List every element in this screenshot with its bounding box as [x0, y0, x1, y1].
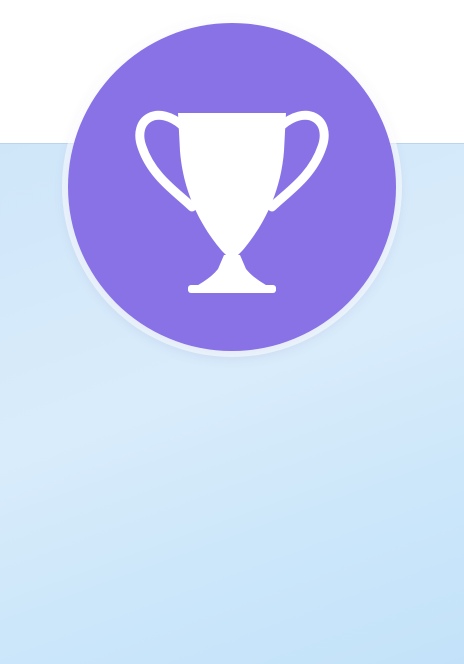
- achievement-screen: [0, 0, 464, 664]
- trophy-badge: [68, 23, 396, 351]
- trophy-icon: [135, 110, 329, 293]
